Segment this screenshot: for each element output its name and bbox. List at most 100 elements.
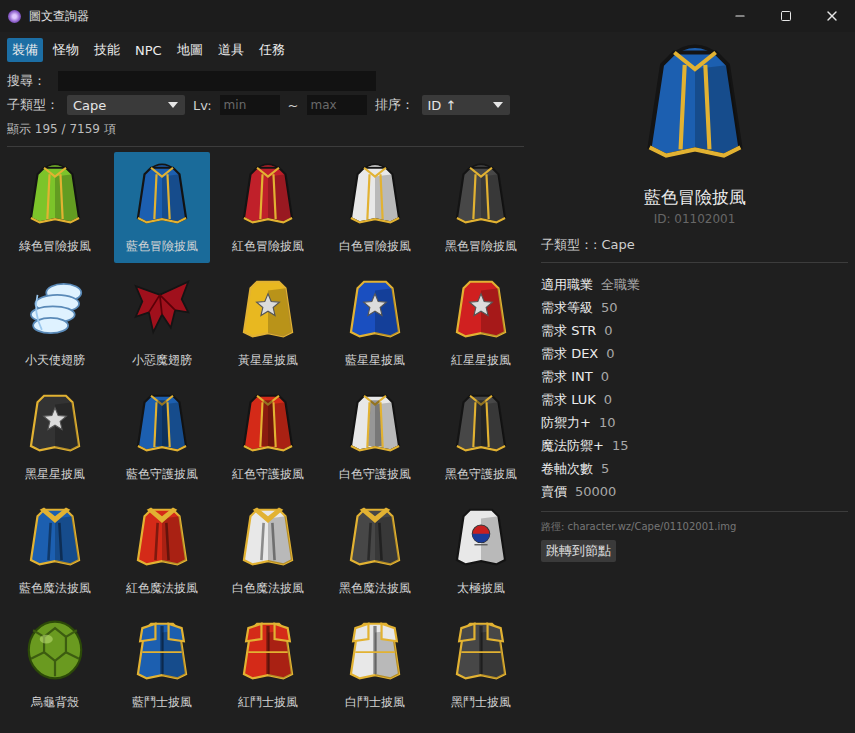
- stat-value: 10: [599, 415, 616, 430]
- item-cell[interactable]: 小惡魔翅膀: [114, 266, 210, 377]
- item-name: 黃星星披風: [238, 352, 298, 369]
- item-cell[interactable]: 紅鬥士披風: [220, 608, 316, 719]
- stat-row: 魔法防禦+ 15: [541, 434, 848, 457]
- item-cell[interactable]: 黑鬥士披風: [433, 608, 528, 719]
- item-name: 黑色冒險披風: [445, 238, 517, 255]
- item-name: 紅色守護披風: [232, 466, 304, 483]
- minimize-button[interactable]: [717, 0, 763, 32]
- item-name: 藍鬥士披風: [132, 694, 192, 711]
- item-cell[interactable]: 白色冒險披風: [327, 152, 423, 263]
- item-cell[interactable]: 黑色守護披風: [433, 380, 528, 491]
- stat-value: 0: [604, 323, 612, 338]
- stat-label: 需求 DEX: [541, 345, 598, 363]
- item-cell[interactable]: 白色魔法披風: [220, 494, 316, 605]
- stat-value: 50000: [575, 484, 616, 499]
- item-cell[interactable]: 紅色冒險披風: [220, 152, 316, 263]
- stat-label: 需求 LUK: [541, 391, 596, 409]
- star-cape-icon: [340, 273, 410, 343]
- stat-value: 0: [606, 346, 614, 361]
- item-name: 紅色冒險披風: [232, 238, 304, 255]
- stat-row: 防禦力+ 10: [541, 411, 848, 434]
- item-cell[interactable]: 黑星星披風: [7, 380, 103, 491]
- tab[interactable]: 裝備: [7, 38, 43, 62]
- item-name: 藍色冒險披風: [126, 238, 198, 255]
- item-name: 黑色魔法披風: [339, 580, 411, 597]
- item-cell[interactable]: 藍色冒險披風: [114, 152, 210, 263]
- item-name: 黑星星披風: [25, 466, 85, 483]
- stat-label: 需求 STR: [541, 322, 596, 340]
- magic-cape-icon: [127, 501, 197, 571]
- item-cell[interactable]: 白鬥士披風: [327, 608, 423, 719]
- star-cape-icon: [446, 273, 516, 343]
- adventure-cape-icon: [20, 159, 90, 229]
- item-cell[interactable]: 紅色守護披風: [220, 380, 316, 491]
- stat-label: 防禦力+: [541, 414, 591, 432]
- item-name: 白鬥士披風: [345, 694, 405, 711]
- stat-row: 需求 INT0: [541, 365, 848, 388]
- item-name: 藍星星披風: [345, 352, 405, 369]
- stat-label: 賣價: [541, 483, 567, 501]
- subtype-select[interactable]: Cape: [67, 95, 185, 115]
- item-cell[interactable]: 小天使翅膀: [7, 266, 103, 377]
- item-cell[interactable]: 黃星星披風: [220, 266, 316, 377]
- tab[interactable]: 技能: [89, 38, 125, 62]
- guard-cape-icon: [446, 387, 516, 457]
- detail-subtype: 子類型：: Cape: [541, 236, 848, 254]
- stat-row: 適用職業全職業: [541, 273, 848, 296]
- guard-cape-icon: [233, 387, 303, 457]
- angel-cape-icon: [20, 273, 90, 343]
- sort-select[interactable]: ID ↑: [422, 95, 510, 115]
- close-button[interactable]: [809, 0, 855, 32]
- tab[interactable]: 怪物: [48, 38, 84, 62]
- tab[interactable]: 地圖: [172, 38, 208, 62]
- tab[interactable]: NPC: [130, 40, 167, 61]
- stat-list: 適用職業全職業需求等級50需求 STR0需求 DEX0需求 INT0需求 LUK…: [541, 273, 848, 503]
- item-cell[interactable]: 烏龜背殼: [7, 608, 103, 719]
- window-title: 圖文查詢器: [29, 8, 717, 25]
- item-name: 太極披風: [457, 580, 505, 597]
- item-cell[interactable]: 太極披風: [433, 494, 528, 605]
- item-cell[interactable]: 藍鬥士披風: [114, 608, 210, 719]
- item-cell[interactable]: 藍色魔法披風: [7, 494, 103, 605]
- fighter-cape-icon: [340, 615, 410, 685]
- item-cell[interactable]: 黑色冒險披風: [433, 152, 528, 263]
- maximize-button[interactable]: [763, 0, 809, 32]
- guard-cape-icon: [340, 387, 410, 457]
- taiji-cape-icon: [446, 501, 516, 571]
- maximize-icon: [780, 10, 792, 22]
- item-name: 烏龜背殼: [31, 694, 79, 711]
- item-cell[interactable]: 綠色冒險披風: [7, 152, 103, 263]
- item-cell[interactable]: 紅色魔法披風: [114, 494, 210, 605]
- stat-label: 需求 INT: [541, 368, 593, 386]
- item-cell[interactable]: 藍星星披風: [327, 266, 423, 377]
- detail-id: ID: 01102001: [541, 212, 848, 226]
- item-cell[interactable]: 黑色魔法披風: [327, 494, 423, 605]
- detail-name: 藍色冒險披風: [541, 186, 848, 209]
- item-name: 白色魔法披風: [232, 580, 304, 597]
- search-input[interactable]: [58, 71, 376, 91]
- item-cell[interactable]: 藍色守護披風: [114, 380, 210, 491]
- item-name: 白色冒險披風: [339, 238, 411, 255]
- tab[interactable]: 任務: [254, 38, 290, 62]
- fighter-cape-icon: [127, 615, 197, 685]
- jump-to-node-button[interactable]: 跳轉到節點: [541, 540, 616, 562]
- adventure-cape-icon: [446, 159, 516, 229]
- level-max-input[interactable]: [307, 95, 367, 115]
- detail-image: [541, 36, 848, 168]
- item-cell[interactable]: 紅星星披風: [433, 266, 528, 377]
- stat-value: 15: [612, 438, 629, 453]
- fighter-cape-icon: [446, 615, 516, 685]
- tab-bar: 裝備怪物技能NPC地圖道具任務: [7, 38, 528, 62]
- stat-label: 魔法防禦+: [541, 437, 604, 455]
- level-min-input[interactable]: [220, 95, 280, 115]
- item-cell[interactable]: 白色守護披風: [327, 380, 423, 491]
- item-grid: 綠色冒險披風藍色冒險披風 紅色冒險披風 白色冒險披風 黑色冒險披風小天使翅膀小惡魔翅膀…: [7, 152, 528, 733]
- item-name: 藍色守護披風: [126, 466, 198, 483]
- stat-row: 卷軸次數5: [541, 457, 848, 480]
- result-count: 顯示 195 / 7159 項: [7, 121, 528, 138]
- dropdown-arrow-icon: [492, 101, 504, 109]
- item-name: 紅星星披風: [451, 352, 511, 369]
- detail-panel: 藍色冒險披風ID: 01102001子類型：: Cape適用職業全職業需求等級5…: [528, 32, 855, 733]
- browser-panel: 裝備怪物技能NPC地圖道具任務搜尋：子類型：CapeLv:~排序：ID ↑顯示 …: [0, 32, 528, 733]
- tab[interactable]: 道具: [213, 38, 249, 62]
